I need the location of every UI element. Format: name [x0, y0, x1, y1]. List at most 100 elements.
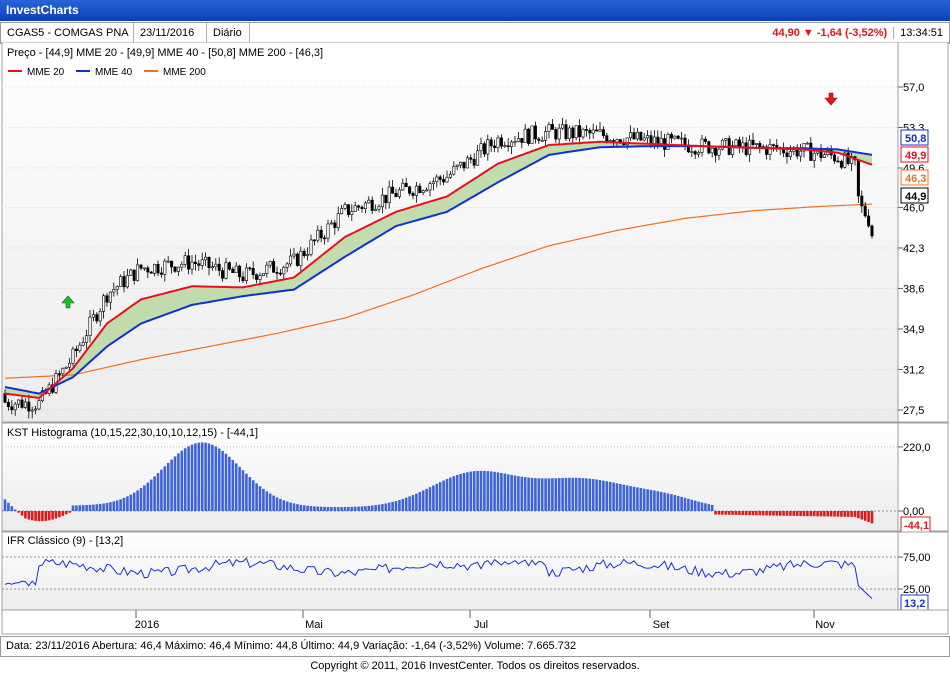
kst-bar — [829, 511, 833, 517]
candle-body — [411, 193, 415, 196]
kst-bar — [166, 462, 170, 511]
candle-body — [285, 263, 289, 268]
candle-body — [401, 182, 405, 191]
clock-time: 13:34:51 — [893, 27, 949, 39]
kst-bar — [180, 450, 184, 511]
symbol-label[interactable]: CGAS5 - COMGAS PNA — [1, 23, 134, 43]
candle-body — [102, 295, 106, 312]
ifr-tick-label: 75,00 — [903, 552, 931, 564]
candle-body — [153, 264, 157, 274]
kst-bar — [714, 511, 717, 515]
candle-body — [37, 400, 41, 410]
candle-body — [584, 128, 588, 131]
date-label[interactable]: 23/11/2016 — [134, 23, 207, 43]
candle-body — [125, 275, 129, 288]
candle-body — [805, 142, 809, 145]
candle-body — [105, 295, 109, 303]
candle-body — [455, 164, 459, 168]
kst-bar — [585, 478, 588, 511]
kst-bar — [316, 506, 320, 511]
candle-body — [714, 147, 718, 156]
kst-bar — [751, 511, 755, 516]
candle-body — [493, 145, 497, 149]
kst-bar — [268, 493, 272, 511]
price-badge-label: 49,9 — [905, 150, 926, 162]
candle-body — [302, 250, 306, 256]
kst-bar — [700, 502, 704, 511]
legend-label: MME 40 — [95, 67, 133, 78]
candle-body — [717, 148, 721, 156]
kst-bar — [136, 490, 139, 511]
kst-bar — [126, 496, 129, 511]
kst-bar — [819, 511, 823, 517]
candle-body — [221, 270, 225, 279]
kst-bar — [411, 495, 415, 511]
candle-body — [244, 267, 248, 281]
candle-body — [812, 152, 816, 161]
chart-area[interactable]: Preço - [44,9] MME 20 - [49,9] MME 40 - … — [0, 42, 950, 636]
candle-body — [683, 137, 687, 146]
kst-bar — [602, 480, 605, 511]
kst-bar — [479, 470, 483, 511]
candle-body — [23, 401, 27, 408]
candle-body — [564, 124, 568, 140]
kst-bar — [187, 446, 190, 511]
app-title: InvestCharts — [6, 3, 79, 17]
kst-bar — [836, 511, 840, 517]
kst-bar — [234, 463, 238, 511]
kst-bar — [744, 511, 748, 516]
kst-bar — [687, 498, 690, 511]
candle-body — [697, 152, 701, 155]
candle-body — [374, 208, 378, 211]
kst-bar — [646, 489, 649, 511]
candle-body — [673, 135, 677, 139]
x-axis-label: Mai — [305, 619, 323, 631]
kst-bar — [595, 479, 598, 511]
kst-bar — [326, 506, 330, 511]
kst-bar — [517, 476, 520, 511]
kst-bar — [122, 497, 126, 511]
kst-bar — [404, 497, 408, 511]
candle-body — [350, 211, 354, 215]
kst-bar — [51, 511, 54, 520]
kst-bar — [523, 477, 527, 511]
candle-body — [353, 205, 357, 212]
candle-body — [788, 151, 792, 157]
kst-bar — [442, 480, 445, 511]
kst-bar — [574, 477, 578, 511]
legend-label: MME 20 — [27, 67, 65, 78]
kst-bar — [381, 504, 384, 511]
kst-bar — [78, 505, 82, 511]
kst-bar — [64, 511, 68, 515]
kst-bar — [870, 511, 874, 524]
kst-bar — [75, 505, 78, 511]
candle-body — [112, 288, 116, 293]
candle-body — [129, 269, 133, 276]
price-tick-label: 57,0 — [903, 82, 924, 94]
candle-body — [598, 129, 602, 132]
candle-body — [836, 160, 840, 163]
kst-bar — [27, 511, 31, 520]
kst-bar — [265, 491, 269, 511]
candle-body — [197, 263, 201, 266]
kst-bar — [721, 511, 724, 515]
kst-bar — [772, 511, 775, 516]
candle-body — [408, 186, 412, 194]
kst-bar — [846, 511, 850, 517]
candle-body — [170, 260, 174, 268]
kst-bar — [724, 511, 728, 515]
candle-body — [278, 272, 282, 275]
kst-bar — [282, 500, 286, 511]
period-label[interactable]: Diário — [207, 23, 250, 43]
kst-bar — [496, 472, 500, 511]
kst-bar — [71, 505, 75, 511]
kst-bar — [673, 495, 677, 511]
kst-bar — [629, 486, 632, 511]
candle-body — [323, 237, 327, 240]
kst-bar — [534, 478, 537, 511]
kst-bar — [20, 511, 24, 516]
kst-bar — [612, 482, 615, 511]
candle-body — [720, 139, 724, 150]
kst-bar — [707, 504, 711, 511]
candle-body — [282, 267, 286, 275]
